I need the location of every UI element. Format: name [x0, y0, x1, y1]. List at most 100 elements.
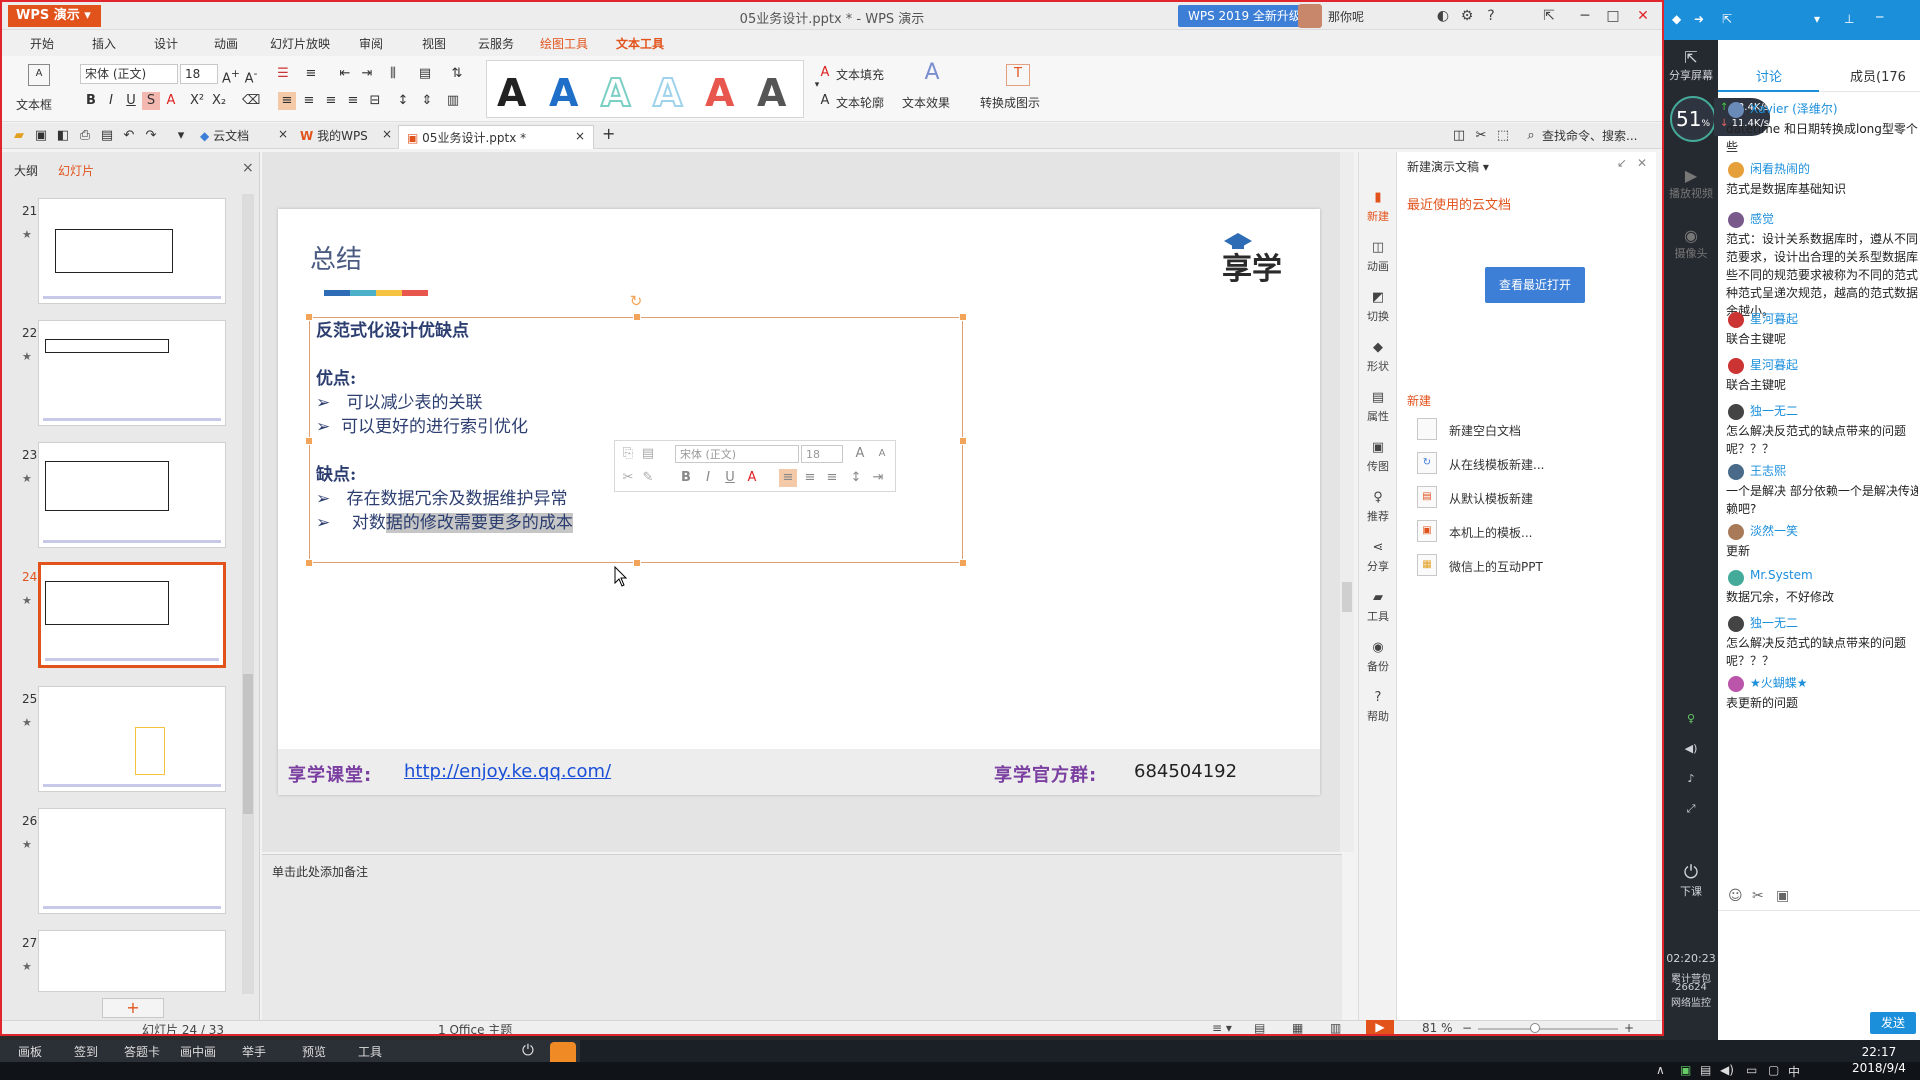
- pane-close-icon[interactable]: ✕: [1637, 156, 1647, 170]
- tool-shape[interactable]: ◆ 形状: [1359, 340, 1397, 374]
- font-size-select[interactable]: 18: [180, 64, 218, 84]
- style-a-gray[interactable]: A: [757, 71, 786, 115]
- chat-username[interactable]: 淡然一笑: [1750, 522, 1798, 539]
- tray-battery-icon[interactable]: ▭: [1746, 1063, 1757, 1077]
- thumbnail-scrollbar[interactable]: [242, 194, 254, 994]
- toolbar-pip[interactable]: 画中画: [180, 1043, 216, 1060]
- tool-tools[interactable]: ▰ 工具: [1359, 590, 1397, 624]
- tool-transition[interactable]: ◩ 切换: [1359, 290, 1397, 324]
- rotate-handle-icon[interactable]: ↻: [627, 292, 645, 310]
- close-panel-icon[interactable]: ×: [242, 160, 254, 176]
- ime-indicator[interactable]: 中: [1788, 1063, 1800, 1080]
- send-button[interactable]: 发送: [1870, 1012, 1916, 1034]
- toolbar-whiteboard[interactable]: 画板: [18, 1043, 42, 1060]
- chat-username[interactable]: 感觉: [1750, 210, 1774, 227]
- zoom-slider-thumb[interactable]: [1530, 1023, 1540, 1033]
- text-effect-button[interactable]: 文本效果: [902, 94, 950, 111]
- tool-new[interactable]: ▮ 新建: [1359, 190, 1397, 224]
- forward-icon[interactable]: ➜: [1694, 12, 1704, 26]
- slide-thumbnail-23[interactable]: [38, 442, 226, 548]
- power-button-icon[interactable]: ⏻: [522, 1041, 534, 1059]
- view-recent-button[interactable]: 查看最近打开: [1485, 267, 1585, 303]
- align-center-icon[interactable]: ≡: [300, 92, 318, 110]
- underline-icon[interactable]: U: [122, 92, 140, 110]
- superscript-icon[interactable]: X²: [188, 92, 206, 110]
- toolbar-icon-b[interactable]: ✂: [1472, 127, 1490, 145]
- zoom-level[interactable]: 81 %: [1422, 1021, 1453, 1034]
- chat-username[interactable]: 闲看热闹的: [1750, 160, 1810, 177]
- copy-icon[interactable]: ⎘: [619, 445, 637, 463]
- slide-thumbnail-26[interactable]: [38, 808, 226, 914]
- tab-view[interactable]: 视图: [422, 35, 446, 52]
- tool-upload-image[interactable]: ▣ 传图: [1359, 440, 1397, 474]
- undo-icon[interactable]: ↶: [120, 127, 138, 145]
- font-name-select[interactable]: 宋体 (正文): [80, 64, 178, 84]
- text-outline-button[interactable]: 文本轮廓: [836, 94, 884, 111]
- canvas-scrollbar-thumb[interactable]: [1342, 582, 1352, 612]
- slide-thumbnail-24-selected[interactable]: [38, 562, 226, 668]
- zoom-in-icon[interactable]: +: [1624, 1021, 1634, 1034]
- tray-volume-icon[interactable]: ◀): [1720, 1063, 1734, 1077]
- chat-username[interactable]: 独一无二: [1750, 614, 1798, 631]
- text-effect-icon[interactable]: A: [920, 62, 944, 84]
- share-screen-button[interactable]: ⇱ 分享屏幕: [1664, 48, 1718, 83]
- mini-align-right-icon[interactable]: ≡: [823, 469, 841, 487]
- tray-message-icon[interactable]: ▢: [1768, 1063, 1779, 1077]
- add-slide-button[interactable]: +: [102, 998, 164, 1018]
- end-class-button[interactable]: ⏻ 下课: [1664, 862, 1718, 899]
- pin-icon[interactable]: ↙: [1617, 156, 1627, 170]
- slide-title[interactable]: 总结: [310, 239, 362, 276]
- dropdown-icon[interactable]: ▾: [1814, 12, 1820, 26]
- notes-pane[interactable]: 单击此处添加备注: [262, 854, 1342, 1020]
- font-color-icon[interactable]: A: [162, 92, 180, 110]
- shadow-text-icon[interactable]: S: [142, 92, 160, 110]
- tab-cloud[interactable]: 云服务: [478, 35, 514, 52]
- tray-app-icon[interactable]: ▣: [1680, 1063, 1691, 1077]
- close-button[interactable]: ✕: [1632, 6, 1654, 26]
- popout-icon[interactable]: ⇱: [1722, 12, 1732, 26]
- resize-handle[interactable]: [305, 313, 313, 321]
- toolbar-checkin[interactable]: 签到: [74, 1043, 98, 1060]
- zoom-slider[interactable]: [1478, 1023, 1618, 1033]
- open-folder-icon[interactable]: ▰: [10, 127, 28, 145]
- sort-icon[interactable]: ⇅: [448, 65, 466, 83]
- image-upload-icon[interactable]: ▣: [1776, 888, 1789, 904]
- outline-tab[interactable]: 大纲: [14, 162, 38, 179]
- camera-button[interactable]: ◉ 摄像头: [1664, 226, 1718, 261]
- text-fill-icon[interactable]: A: [816, 64, 834, 82]
- command-search[interactable]: 查找命令、搜索...: [1542, 127, 1637, 144]
- tool-animation[interactable]: ◫ 动画: [1359, 240, 1397, 274]
- mini-format-painter-icon[interactable]: ✎: [639, 469, 657, 487]
- tab-design[interactable]: 设计: [154, 35, 178, 52]
- mic-icon[interactable]: ♀: [1664, 712, 1718, 725]
- mini-shrink-font-icon[interactable]: A: [873, 445, 891, 463]
- toolbar-raise-hand[interactable]: 举手: [242, 1043, 266, 1060]
- tab-slideshow[interactable]: 幻灯片放映: [270, 35, 330, 52]
- tab-close-icon[interactable]: ×: [382, 127, 392, 141]
- style-a-red[interactable]: A: [705, 71, 734, 115]
- tab-cloud-docs[interactable]: ◆ 云文档: [200, 127, 249, 144]
- align-left-icon[interactable]: ≡: [278, 92, 296, 110]
- text-fill-button[interactable]: 文本填充: [836, 66, 884, 83]
- tool-backup[interactable]: ◉ 备份: [1359, 640, 1397, 674]
- style-a-teal[interactable]: A: [600, 70, 631, 116]
- slide-thumbnail-25[interactable]: [38, 686, 226, 792]
- toolbar-preview[interactable]: 预览: [302, 1043, 326, 1060]
- slide-thumbnail-22[interactable]: [38, 320, 226, 426]
- style-a-lightblue[interactable]: A: [652, 70, 683, 116]
- paragraph-spacing-icon[interactable]: ⇕: [418, 92, 436, 110]
- chat-username[interactable]: Mr.System: [1750, 568, 1813, 582]
- redo-icon[interactable]: ↷: [142, 127, 160, 145]
- mini-underline-icon[interactable]: U: [721, 469, 739, 487]
- chat-username[interactable]: ★火蝴蝶★: [1750, 674, 1808, 691]
- restore-ribbon-icon[interactable]: ⇱: [1538, 6, 1560, 26]
- bold-icon[interactable]: B: [82, 92, 100, 110]
- notes-toggle-icon[interactable]: ≡ ▾: [1212, 1021, 1232, 1034]
- tool-help[interactable]: ? 帮助: [1359, 690, 1397, 724]
- speaker-icon[interactable]: ◀): [1664, 742, 1718, 755]
- user-name[interactable]: 那你呢: [1328, 8, 1364, 25]
- increase-indent-icon[interactable]: ⇥: [358, 65, 376, 83]
- play-video-button[interactable]: ▶ 播放视频: [1664, 166, 1718, 201]
- chat-username[interactable]: Xavier (泽维尔): [1750, 100, 1838, 117]
- line-spacing-icon[interactable]: ↕: [394, 92, 412, 110]
